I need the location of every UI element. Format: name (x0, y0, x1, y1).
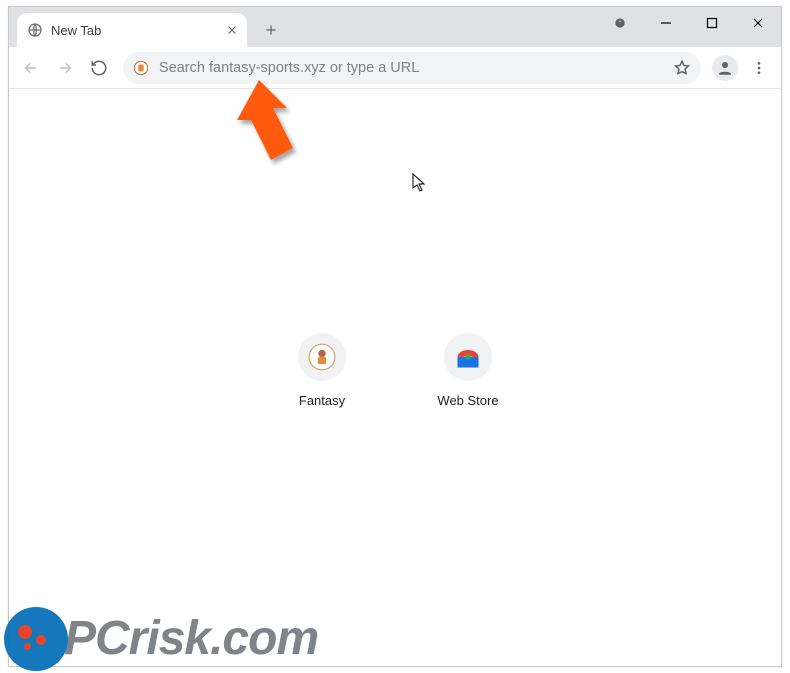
window-close-button[interactable] (735, 7, 781, 39)
reload-button[interactable] (83, 52, 115, 84)
watermark-text: PCrisk.com (64, 615, 318, 663)
page-content: Fantasy Web Store (9, 89, 781, 666)
bookmark-star-icon[interactable] (673, 59, 691, 77)
avatar-icon (712, 55, 738, 81)
watermark-logo-icon (4, 607, 68, 671)
browser-tab[interactable]: New Tab (17, 13, 247, 47)
tab-title: New Tab (51, 23, 101, 38)
shortcut-web-store[interactable]: Web Store (412, 333, 524, 408)
globe-icon (27, 22, 43, 38)
watermark: PCrisk.com (4, 607, 318, 671)
toolbar: Search fantasy-sports.xyz or type a URL (9, 47, 781, 89)
extension-indicator-icon[interactable] (597, 7, 643, 39)
browser-window: New Tab (8, 6, 782, 667)
shortcut-icon (444, 333, 492, 381)
shortcut-fantasy[interactable]: Fantasy (266, 333, 378, 408)
shortcut-label: Fantasy (299, 393, 345, 408)
window-controls (597, 7, 781, 39)
shortcut-icon (298, 333, 346, 381)
forward-button[interactable] (49, 52, 81, 84)
shortcut-label: Web Store (437, 393, 498, 408)
menu-button[interactable] (743, 52, 775, 84)
back-button[interactable] (15, 52, 47, 84)
window-maximize-button[interactable] (689, 7, 735, 39)
new-tab-button[interactable] (257, 16, 285, 44)
address-bar[interactable]: Search fantasy-sports.xyz or type a URL (123, 52, 701, 84)
titlebar: New Tab (9, 7, 781, 47)
site-favicon-icon (133, 60, 149, 76)
address-bar-placeholder: Search fantasy-sports.xyz or type a URL (159, 60, 419, 76)
profile-button[interactable] (709, 52, 741, 84)
shortcuts-row: Fantasy Web Store (266, 333, 524, 408)
window-minimize-button[interactable] (643, 7, 689, 39)
close-tab-button[interactable] (225, 23, 239, 37)
